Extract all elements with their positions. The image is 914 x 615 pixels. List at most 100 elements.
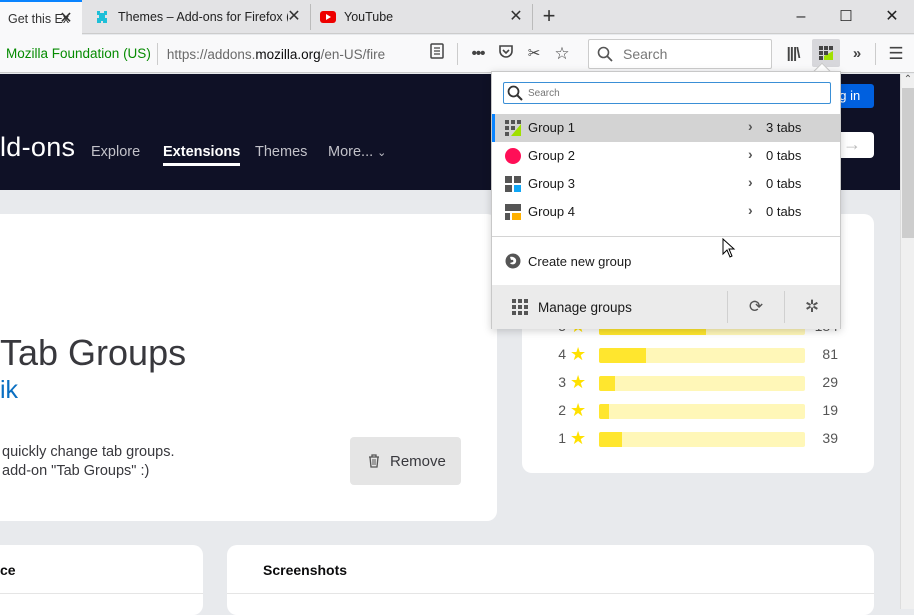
- search-icon: [507, 85, 523, 101]
- chevron-right-icon[interactable]: ›: [748, 202, 753, 218]
- chevron-right-icon[interactable]: ›: [748, 146, 753, 162]
- scroll-up-icon[interactable]: ⌃: [901, 74, 914, 88]
- rating-bar: [599, 432, 805, 447]
- rating-count: 39: [822, 430, 838, 446]
- group-row-1[interactable]: Group 1 › 3 tabs: [492, 114, 840, 142]
- group-name: Group 1: [528, 120, 575, 135]
- chevron-right-icon[interactable]: ›: [748, 118, 753, 134]
- rating-row[interactable]: 2 ★ 19: [522, 400, 874, 420]
- tab-grid-orange-icon: [505, 204, 521, 220]
- rating-row[interactable]: 3 ★ 29: [522, 372, 874, 392]
- create-new-group-button[interactable]: Create new group: [492, 247, 840, 275]
- addon-author-link[interactable]: ik: [0, 376, 18, 405]
- divider: [492, 236, 840, 237]
- refresh-button[interactable]: ⟳: [728, 285, 784, 329]
- addon-description: quickly change tab groups. add-on "Tab G…: [2, 443, 175, 481]
- bookmark-star-icon[interactable]: ☆: [551, 43, 573, 65]
- remove-button[interactable]: Remove: [350, 437, 461, 485]
- group-tab-count: 0 tabs: [766, 148, 802, 163]
- group-row-4[interactable]: Group 4 › 0 tabs: [492, 198, 840, 226]
- group-row-3[interactable]: Group 3 › 0 tabs: [492, 170, 840, 198]
- pocket-icon[interactable]: [495, 43, 517, 65]
- library-icon[interactable]: |||\: [782, 43, 804, 65]
- section-card: ce: [0, 545, 203, 615]
- page-scrollbar[interactable]: ⌃: [900, 74, 914, 609]
- chevron-down-icon: ⌄: [377, 147, 387, 159]
- rating-bar: [599, 404, 805, 419]
- nav-extensions[interactable]: Extensions: [163, 144, 241, 166]
- tab-groups-toolbar-button[interactable]: [812, 39, 840, 67]
- popup-footer: Manage groups ⟳ ✲: [492, 285, 840, 329]
- url-text[interactable]: https://addons.mozilla.org/en-US/fire: [158, 47, 414, 62]
- tab-grid-blue-icon: [505, 176, 521, 192]
- tab-separator: [532, 4, 533, 30]
- toolbar-separator: [457, 43, 458, 65]
- nav-themes[interactable]: Themes: [255, 144, 307, 160]
- new-tab-button[interactable]: +: [538, 5, 560, 28]
- minimize-button[interactable]: –: [790, 6, 812, 28]
- search-icon: [597, 46, 613, 62]
- youtube-icon: [320, 9, 336, 25]
- reader-view-icon[interactable]: [426, 43, 448, 65]
- tab-grid-green-icon: [505, 120, 521, 136]
- overflow-icon[interactable]: »: [846, 43, 868, 65]
- grid-icon: [512, 299, 528, 315]
- search-input[interactable]: Search: [588, 39, 772, 69]
- circle-icon: [505, 148, 521, 164]
- close-tab-icon[interactable]: ✕: [286, 9, 302, 25]
- group-name: Group 3: [528, 176, 575, 191]
- rating-row[interactable]: 4 ★ 81: [522, 344, 874, 364]
- settings-button[interactable]: ✲: [784, 285, 840, 329]
- group-search-input[interactable]: [528, 87, 818, 99]
- close-tab-icon[interactable]: ✕: [58, 11, 74, 27]
- arrow-right-icon: →: [843, 134, 861, 154]
- rating-stars-label: 1: [558, 430, 566, 446]
- rating-count: 19: [822, 402, 838, 418]
- tab-get-this-extension[interactable]: Get this Ex ✕: [0, 0, 82, 35]
- tab-groups-icon: [819, 46, 833, 60]
- tab-themes[interactable]: Themes – Add-ons for Firefox ( ✕: [82, 0, 310, 34]
- rating-bar-fill: [599, 432, 622, 447]
- nav-more[interactable]: More... ⌄: [328, 144, 386, 160]
- chevron-right-icon[interactable]: ›: [748, 174, 753, 190]
- search-placeholder: Search: [623, 46, 668, 62]
- section-heading: Screenshots: [263, 562, 348, 578]
- scrollbar-thumb[interactable]: [902, 88, 914, 238]
- mouse-cursor-icon: [722, 238, 736, 258]
- manage-groups-button[interactable]: Manage groups: [492, 285, 726, 329]
- maximize-button[interactable]: ☐: [835, 6, 857, 28]
- group-search-field[interactable]: [503, 82, 831, 104]
- url-suffix: /en-US/fire: [320, 46, 386, 62]
- toolbar-separator: [875, 43, 876, 65]
- puzzle-icon: [94, 9, 110, 25]
- addon-title: Tab Groups: [0, 332, 187, 373]
- addon-card: Tab Groups ik quickly change tab groups.…: [0, 214, 497, 521]
- star-icon: ★: [570, 344, 587, 364]
- site-brand[interactable]: ld-ons: [0, 132, 75, 163]
- navigation-toolbar: Mozilla Foundation (US) https://addons.m…: [0, 35, 914, 73]
- manage-groups-label: Manage groups: [538, 300, 632, 315]
- more-icon[interactable]: •••: [467, 43, 489, 65]
- url-domain: mozilla.org: [255, 46, 321, 62]
- close-tab-icon[interactable]: ✕: [508, 9, 524, 25]
- tab-bar: Get this Ex ✕ Themes – Add-ons for Firef…: [0, 0, 914, 35]
- tab-youtube[interactable]: YouTube ✕: [310, 0, 532, 34]
- remove-label: Remove: [390, 452, 446, 470]
- site-identity[interactable]: Mozilla Foundation (US): [0, 43, 158, 65]
- create-new-group-label: Create new group: [528, 254, 632, 269]
- group-name: Group 2: [528, 148, 575, 163]
- tab-title: Themes – Add-ons for Firefox (: [118, 10, 288, 24]
- url-bar[interactable]: Mozilla Foundation (US) https://addons.m…: [0, 39, 580, 69]
- screenshots-card: Screenshots: [227, 545, 874, 615]
- close-window-button[interactable]: ✕: [881, 6, 903, 28]
- group-row-2[interactable]: Group 2 › 0 tabs: [492, 142, 840, 170]
- screenshot-icon[interactable]: ✂: [523, 43, 545, 65]
- tab-groups-popup: Group 1 › 3 tabs Group 2 › 0 tabs Group …: [491, 71, 841, 329]
- rating-row[interactable]: 1 ★ 39: [522, 428, 874, 448]
- rating-bar-fill: [599, 404, 610, 419]
- menu-icon[interactable]: ☰: [885, 43, 907, 65]
- rating-bar: [599, 376, 805, 391]
- rating-bar-fill: [599, 376, 616, 391]
- star-icon: ★: [570, 400, 587, 420]
- nav-explore[interactable]: Explore: [91, 144, 140, 160]
